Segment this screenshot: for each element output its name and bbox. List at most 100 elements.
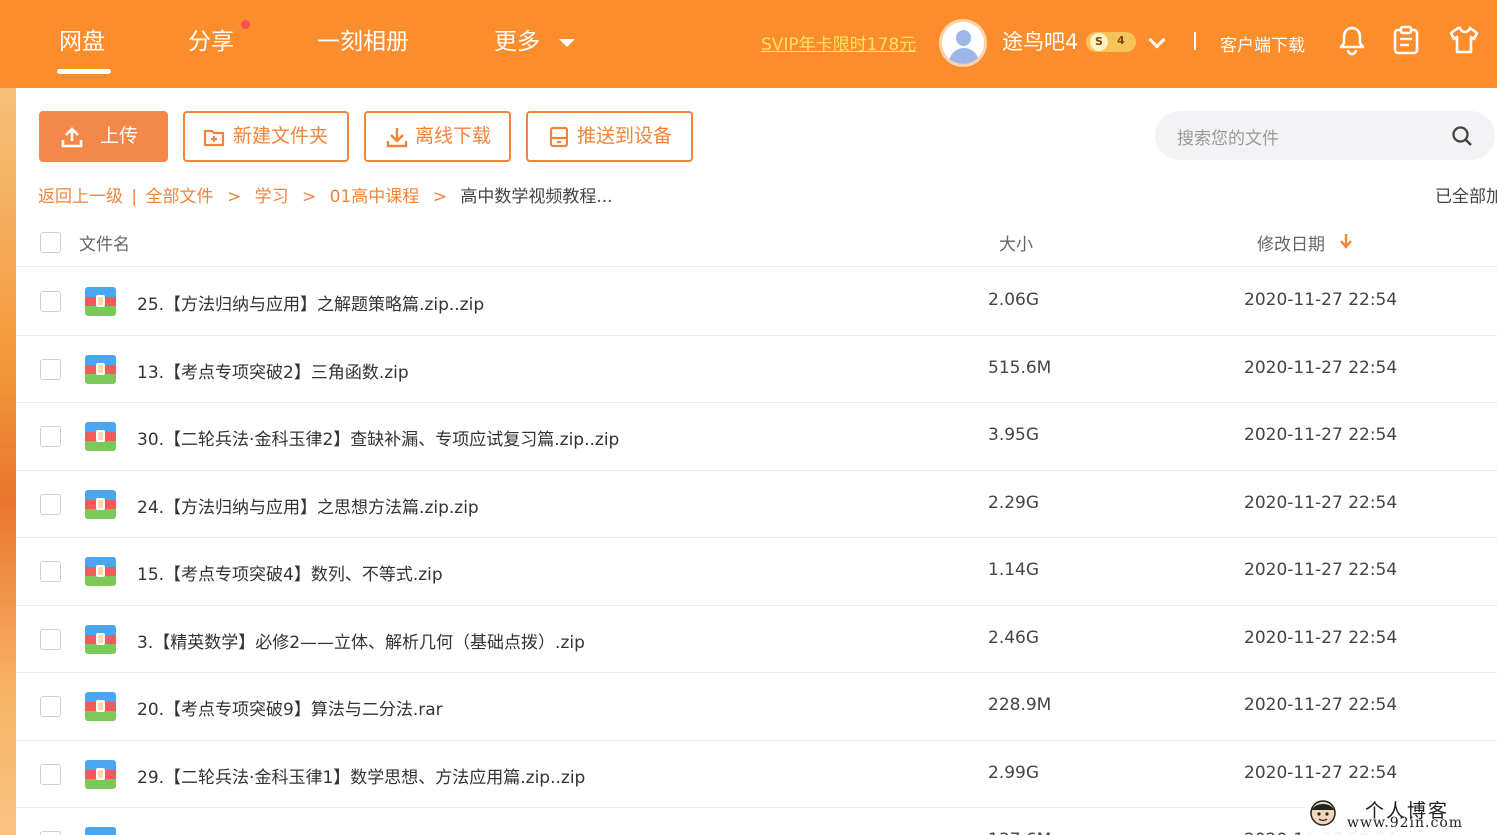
file-size: 3.95G: [988, 425, 1040, 445]
breadcrumb-highschool[interactable]: 01高中课程: [330, 182, 420, 207]
zip-file-icon: [85, 422, 116, 451]
file-size: 1.14G: [988, 560, 1040, 580]
file-modified-date: 2020-11-27 22:54: [1244, 627, 1398, 648]
row-checkbox[interactable]: [40, 763, 61, 785]
user-avatar[interactable]: [939, 19, 987, 67]
file-size: 228.9M: [988, 695, 1052, 715]
row-checkbox[interactable]: [40, 628, 61, 650]
svip-promo-link[interactable]: SVIP年卡限时178元: [761, 30, 916, 55]
notification-dot: [241, 20, 250, 29]
zip-file-icon: [85, 287, 116, 316]
watermark-url: www.92in.com: [1347, 815, 1464, 831]
row-checkbox[interactable]: [40, 358, 61, 380]
file-modified-date: 2020-11-27 22:54: [1244, 425, 1398, 445]
sort-down-arrow-icon[interactable]: [1339, 232, 1353, 250]
nav-tab-share[interactable]: 分享: [188, 24, 234, 60]
new-folder-label: 新建文件夹: [233, 125, 329, 147]
zip-file-icon: [85, 489, 116, 519]
shirt-icon[interactable]: [1448, 24, 1480, 56]
file-name[interactable]: 22.【考点专项突破10】几何证明选讲.zip: [137, 830, 454, 835]
table-row[interactable]: 3.【精英数学】必修2——立体、解析几何（基础点拨）.zip 2.46G 2020-…: [16, 606, 1497, 673]
upload-button[interactable]: 上传: [39, 111, 168, 162]
file-modified-date: 2020-11-27 22:54: [1244, 492, 1398, 513]
column-header-date[interactable]: 修改日期: [1257, 230, 1325, 255]
search-input[interactable]: 搜索您的文件: [1155, 111, 1495, 160]
search-icon[interactable]: [1451, 125, 1473, 147]
client-download-link[interactable]: 客户端下载: [1220, 31, 1305, 56]
upload-icon: [61, 127, 83, 148]
table-row[interactable]: 22.【考点专项突破10】几何证明选讲.zip137.6M2020-11-27 …: [16, 808, 1497, 835]
file-modified-date: 2020-11-27 22:54: [1244, 762, 1398, 783]
file-size: 2.06G: [988, 290, 1040, 310]
table-row[interactable]: 24.【方法归纳与应用】之思想方法篇.zip.zip 2.29G 2020-11-2…: [16, 471, 1497, 538]
breadcrumb-back[interactable]: 返回上一级: [38, 182, 123, 207]
offline-download-button[interactable]: 离线下载: [364, 111, 511, 162]
zip-file-icon: [85, 354, 116, 384]
row-checkbox[interactable]: [40, 561, 61, 582]
file-modified-date: 2020-11-27 22:54: [1244, 357, 1398, 378]
user-menu-chevron-icon[interactable]: [1148, 31, 1166, 49]
breadcrumb-divider: |: [131, 187, 138, 207]
column-header-size[interactable]: 大小: [999, 230, 1033, 255]
more-dropdown-icon[interactable]: [559, 39, 575, 47]
search-placeholder: 搜索您的文件: [1177, 129, 1279, 149]
file-name[interactable]: 29.【二轮兵法·金科玉律1】数学思想、方法应用篇.zip..zip: [137, 763, 585, 788]
file-size: 2.46G: [988, 627, 1040, 648]
zip-file-icon: [85, 624, 116, 654]
table-row[interactable]: 30.【二轮兵法·金科玉律2】查缺补漏、专项应试复习篇.zip..zip 3.95…: [16, 403, 1497, 471]
row-checkbox[interactable]: [40, 696, 61, 717]
breadcrumb-current: 高中数学视频教程...: [460, 187, 613, 207]
zip-file-icon: [85, 827, 116, 835]
breadcrumb-separator: >: [226, 187, 242, 207]
file-name[interactable]: 20.【考点专项突破9】算法与二分法.rar: [137, 695, 443, 720]
username[interactable]: 途鸟吧4: [1002, 26, 1078, 56]
row-checkbox[interactable]: [40, 493, 61, 515]
file-size: 137.6M: [988, 830, 1051, 835]
file-list-panel: 上传 新建文件夹 离线下载 推送到设备 搜索您的文件 返回上一级 | 全部文件 …: [16, 88, 1497, 835]
table-row[interactable]: 25.【方法归纳与应用】之解题策略篇.zip..zip 2.06G 2020-11-…: [16, 268, 1497, 336]
file-name[interactable]: 25.【方法归纳与应用】之解题策略篇.zip..zip: [137, 290, 484, 315]
row-checkbox[interactable]: [40, 426, 61, 447]
file-size: 2.99G: [988, 762, 1040, 783]
push-to-device-label: 推送到设备: [577, 125, 673, 147]
file-name[interactable]: 24.【方法归纳与应用】之思想方法篇.zip.zip: [137, 493, 479, 518]
breadcrumb-all-files[interactable]: 全部文件: [146, 182, 214, 207]
new-folder-button[interactable]: 新建文件夹: [183, 111, 349, 162]
vip-badge-symbol: S: [1090, 33, 1108, 51]
column-header-name[interactable]: 文件名: [79, 230, 130, 255]
clipboard-icon[interactable]: [1390, 24, 1422, 56]
download-icon: [386, 128, 408, 148]
row-checkbox[interactable]: [40, 831, 61, 835]
breadcrumb-study[interactable]: 学习: [255, 182, 289, 207]
background-decoration: [0, 88, 16, 835]
push-to-device-button[interactable]: 推送到设备: [526, 111, 693, 162]
file-name[interactable]: 3.【精英数学】必修2——立体、解析几何（基础点拨）.zip: [137, 628, 585, 653]
file-size: 515.6M: [988, 357, 1052, 378]
file-name[interactable]: 15.【考点专项突破4】数列、不等式.zip: [137, 560, 443, 585]
file-modified-date: 2020-11-27 22:54: [1244, 695, 1398, 715]
table-row[interactable]: 15.【考点专项突破4】数列、不等式.zip 1.14G 2020-11-27 22…: [16, 538, 1497, 606]
breadcrumb-separator: >: [302, 187, 317, 207]
bell-icon[interactable]: [1336, 24, 1368, 56]
upload-label: 上传: [100, 125, 139, 147]
row-checkbox[interactable]: [40, 291, 61, 312]
nav-tab-album[interactable]: 一刻相册: [317, 24, 409, 60]
table-row[interactable]: 20.【考点专项突破9】算法与二分法.rar 228.9M 2020-11-27 2…: [16, 673, 1497, 741]
file-name[interactable]: 30.【二轮兵法·金科玉律2】查缺补漏、专项应试复习篇.zip..zip: [137, 425, 619, 450]
select-all-checkbox[interactable]: [40, 232, 61, 253]
file-modified-date: 2020-11-27 22:54: [1244, 560, 1398, 580]
nav-tab-netdisk[interactable]: 网盘: [59, 24, 105, 60]
loaded-status: 已全部加载: [1435, 187, 1497, 207]
nav-active-indicator: [57, 69, 111, 74]
watermark: 个人博客 www.92in.com: [1305, 796, 1497, 835]
breadcrumb: 返回上一级 | 全部文件 > 学习 > 01高中课程 > 高中数学视频教程...: [38, 182, 613, 207]
offline-download-label: 离线下载: [415, 125, 492, 147]
table-row[interactable]: 29.【二轮兵法·金科玉律1】数学思想、方法应用篇.zip..zip 2.99G 2…: [16, 741, 1497, 808]
folder-plus-icon: [203, 129, 225, 147]
table-row[interactable]: 13.【考点专项突破2】三角函数.zip 515.6M 2020-11-27 22:…: [16, 336, 1497, 403]
zip-file-icon: [85, 692, 116, 721]
nav-tab-more[interactable]: 更多: [494, 24, 540, 60]
device-icon: [549, 126, 569, 148]
mascot-icon: [1310, 800, 1336, 826]
file-name[interactable]: 13.【考点专项突破2】三角函数.zip: [137, 358, 409, 383]
